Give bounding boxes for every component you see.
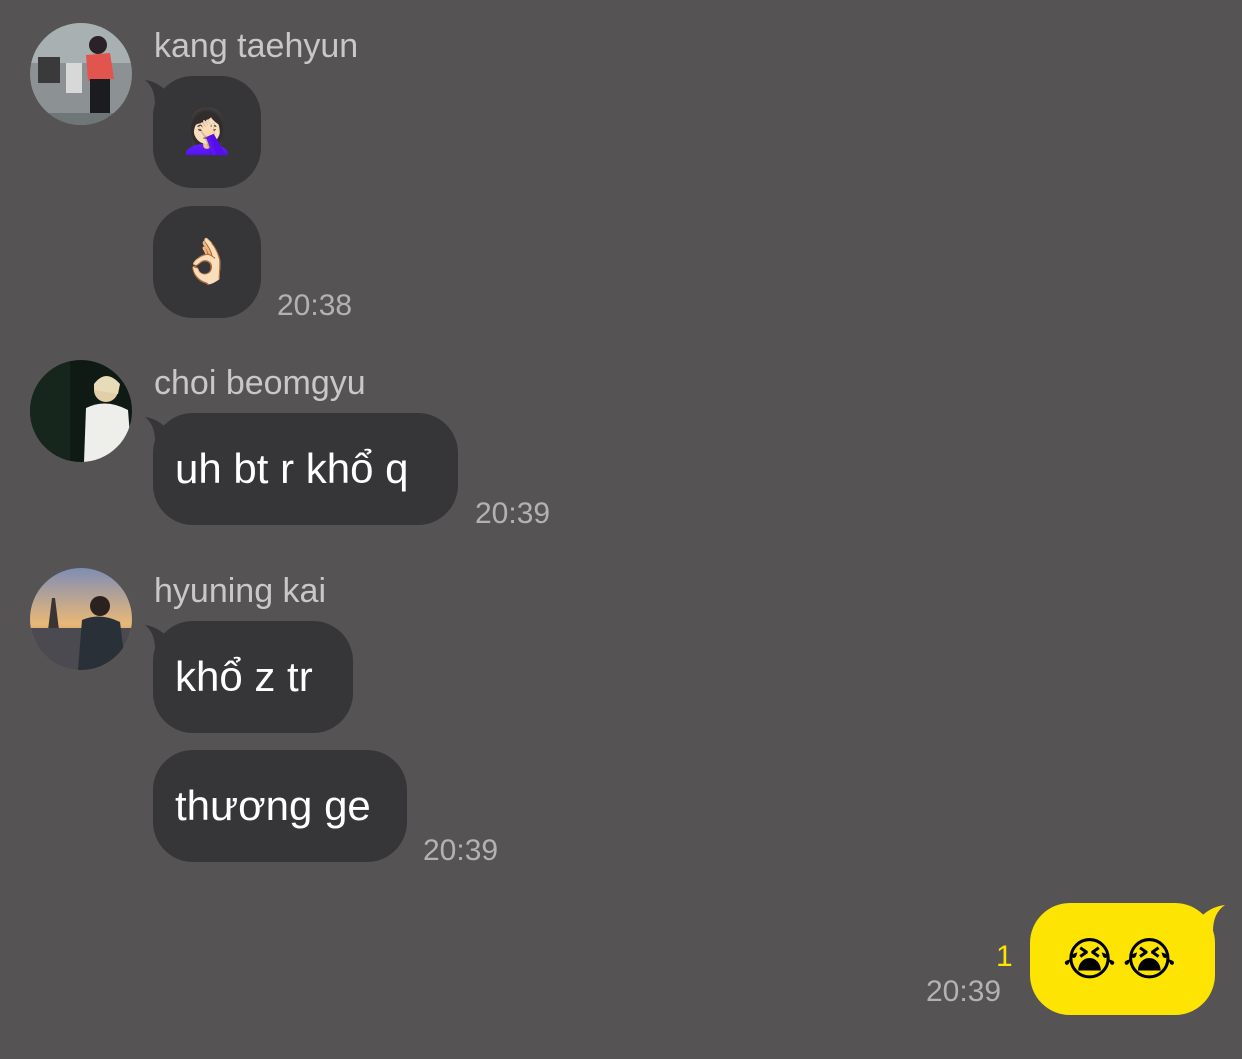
sender-name: kang taehyun (154, 27, 359, 65)
profile-photo-icon (30, 360, 132, 462)
message-text: uh bt r khổ q (175, 445, 409, 492)
message-bubble[interactable]: khổ z tr (145, 621, 353, 733)
message-timestamp: 20:39 (926, 975, 1002, 1008)
bubble-tail (145, 80, 169, 104)
my-message-bubble[interactable]: 😭😭 (1030, 903, 1225, 1015)
bubble-tail (1199, 905, 1225, 931)
message-bubble[interactable]: 👌🏻 (153, 206, 261, 318)
message-text: 😭😭 (1062, 933, 1183, 985)
message-bubble[interactable]: thương ge (153, 750, 407, 862)
message-text: khổ z tr (175, 653, 313, 700)
avatar-choi-beomgyu[interactable] (30, 360, 132, 462)
message-text: 👌🏻 (179, 237, 235, 286)
profile-photo-icon (30, 568, 132, 670)
message-timestamp: 20:39 (475, 497, 551, 530)
bubble-tail (145, 417, 169, 441)
profile-photo-icon (30, 23, 132, 125)
avatar-hyuning-kai[interactable] (30, 568, 132, 670)
message-text: 🤦🏻‍♀️ (179, 107, 235, 156)
message-bubble[interactable]: 🤦🏻‍♀️ (145, 76, 261, 188)
sender-name: hyuning kai (154, 572, 327, 610)
unread-count-badge: 1 (996, 940, 1013, 973)
message-bubble[interactable]: uh bt r khổ q (145, 413, 458, 525)
message-timestamp: 20:39 (423, 834, 499, 867)
sender-name: choi beomgyu (154, 364, 366, 402)
message-timestamp: 20:38 (277, 289, 353, 322)
bubble-tail (145, 625, 169, 649)
message-text: thương ge (175, 782, 371, 829)
avatar-kang-taehyun[interactable] (30, 23, 132, 125)
